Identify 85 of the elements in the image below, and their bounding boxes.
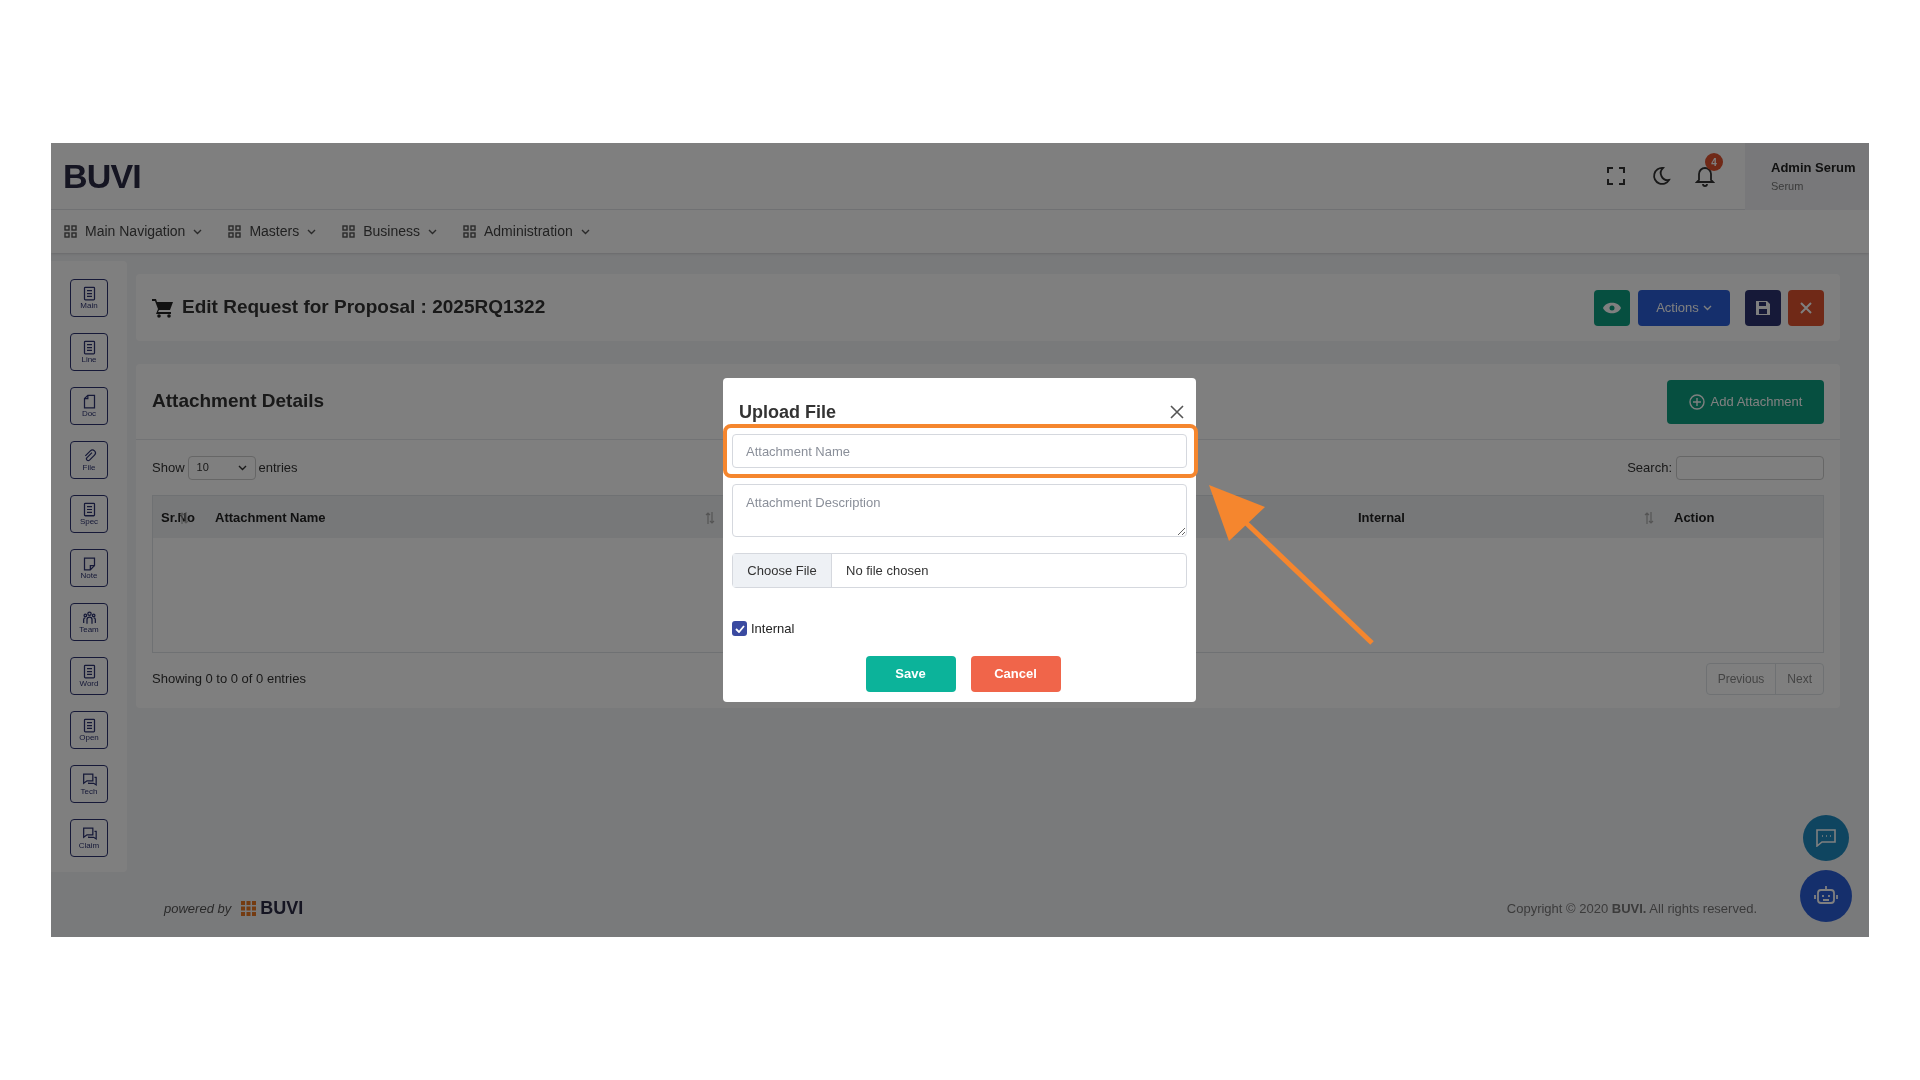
attachment-description-field[interactable]: Attachment Description	[732, 484, 1187, 537]
grid-icon	[228, 225, 242, 238]
sidebar-button[interactable]: Note	[70, 549, 108, 587]
chat-icon	[81, 771, 97, 787]
column-header[interactable]: Internal	[1358, 508, 1405, 528]
sidebar-button[interactable]: Main	[70, 279, 108, 317]
section-title: Attachment Details	[152, 389, 325, 414]
grid-icon	[64, 225, 77, 238]
internal-label: Internal	[751, 620, 795, 638]
column-header[interactable]: Sr.No	[161, 508, 195, 528]
chat-button[interactable]	[1803, 815, 1849, 861]
show-label: Show	[152, 458, 185, 477]
actions-dropdown[interactable]: Actions	[1638, 289, 1730, 326]
cancel-button[interactable]: Cancel	[970, 655, 1061, 692]
moon-icon[interactable]	[1651, 166, 1671, 186]
close-button[interactable]	[1788, 289, 1824, 326]
message-icon	[1816, 829, 1836, 847]
document-icon	[81, 663, 97, 679]
sidebar-button[interactable]: Claim	[70, 819, 108, 857]
close-icon	[1800, 301, 1812, 314]
note-icon	[81, 555, 97, 571]
chevron-down-icon	[307, 228, 317, 235]
user-name[interactable]: Admin Serum	[1771, 158, 1869, 178]
notification-badge: 4	[1705, 153, 1723, 171]
fullscreen-icon[interactable]	[1607, 167, 1625, 185]
attachment-name-field[interactable]: Attachment Name	[732, 434, 1187, 468]
pagination-link[interactable]: Previous	[1706, 664, 1776, 694]
nav-menu-item[interactable]: Administration	[484, 221, 573, 242]
powered-by-label: powered by	[164, 899, 232, 918]
pagination-link[interactable]: Next	[1775, 664, 1823, 694]
document-icon	[81, 501, 97, 517]
plus-circle-icon	[1688, 393, 1705, 410]
close-icon[interactable]	[1170, 405, 1184, 419]
sidebar-button[interactable]: Spec	[70, 495, 108, 533]
chat-icon	[81, 825, 97, 841]
chevron-down-icon	[580, 228, 590, 235]
column-header[interactable]: Attachment Name	[215, 508, 326, 528]
internal-checkbox[interactable]	[732, 621, 747, 637]
sidebar-button[interactable]: Word	[70, 657, 108, 695]
page-icon	[81, 393, 97, 409]
people-icon	[81, 609, 97, 625]
chevron-down-icon	[1702, 304, 1712, 311]
bot-button[interactable]	[1800, 870, 1852, 922]
file-picker[interactable]: Choose File No file chosen	[732, 553, 1187, 588]
sidebar-button[interactable]: File	[70, 441, 108, 479]
logo: BUVI	[63, 155, 141, 197]
eye-icon	[1603, 301, 1621, 314]
save-button[interactable]	[1745, 289, 1781, 326]
search-label: Search:	[1627, 458, 1672, 477]
view-button[interactable]	[1594, 289, 1630, 326]
add-attachment-button[interactable]: Add Attachment	[1667, 379, 1824, 424]
nav-menu-item[interactable]: Main Navigation	[85, 221, 186, 242]
choose-file-button[interactable]: Choose File	[733, 554, 832, 587]
sidebar-button[interactable]: Line	[70, 333, 108, 371]
sidebar-button[interactable]: Tech	[70, 765, 108, 803]
entries-label: entries	[258, 458, 298, 477]
page-size-select[interactable]: 10	[187, 455, 256, 480]
table-summary: Showing 0 to 0 of 0 entries	[152, 670, 306, 689]
dialog-title: Upload File	[739, 400, 836, 424]
nav-menu-item[interactable]: Business	[363, 221, 420, 242]
page-size-value: 10	[196, 460, 209, 476]
chevron-down-icon	[193, 228, 203, 235]
page-title: Edit Request for Proposal : 2025RQ1322	[182, 295, 546, 320]
nav-menu-item[interactable]: Masters	[249, 221, 300, 242]
document-icon	[81, 717, 97, 733]
robot-icon	[1814, 885, 1838, 907]
column-header[interactable]: Action	[1674, 508, 1715, 528]
sidebar-button[interactable]: Team	[70, 603, 108, 641]
footer-logo: BUVI	[260, 897, 304, 920]
user-role: Serum	[1771, 178, 1805, 194]
bell-icon[interactable]	[1695, 165, 1715, 187]
grid-icon	[342, 225, 356, 238]
copyright-text: Copyright © 2020 BUVI. All rights reserved.	[1506, 899, 1757, 918]
grid-icon	[463, 225, 476, 238]
chevron-down-icon	[428, 228, 437, 235]
brand-dots-icon	[241, 901, 257, 916]
sidebar-button[interactable]: Doc	[70, 387, 108, 425]
sidebar-button[interactable]: Open	[70, 711, 108, 749]
document-icon	[81, 339, 97, 355]
file-status: No file chosen	[846, 561, 929, 580]
chevron-down-icon	[237, 464, 247, 471]
search-field[interactable]	[1676, 455, 1824, 480]
document-icon	[81, 285, 97, 301]
cart-icon	[152, 297, 174, 318]
save-button[interactable]: Save	[865, 655, 956, 692]
